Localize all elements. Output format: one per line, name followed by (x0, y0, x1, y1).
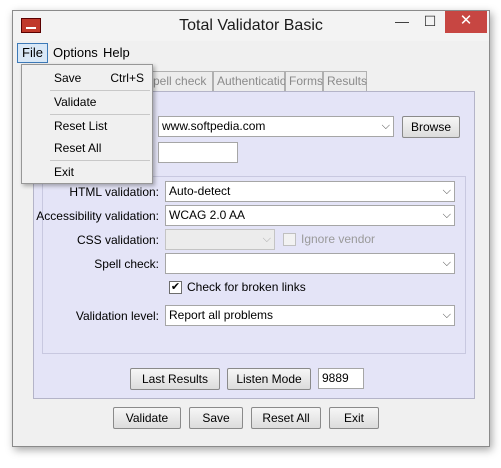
maximize-button[interactable]: ☐ (415, 11, 445, 33)
css-validation-select[interactable]: ⌵ (165, 229, 275, 250)
browse-button[interactable]: Browse (402, 116, 460, 138)
exit-button[interactable]: Exit (329, 407, 379, 429)
accessibility-validation-select[interactable]: WCAG 2.0 AA ⌵ (165, 205, 455, 226)
chevron-down-icon: ⌵ (442, 185, 451, 197)
menu-item-save-accel: Ctrl+S (110, 71, 144, 85)
html-validation-select[interactable]: Auto-detect ⌵ (165, 181, 455, 202)
menu-file[interactable]: File (17, 43, 48, 63)
bottom-button-bar: Validate Save Reset All Exit (13, 403, 489, 447)
spell-check-select[interactable]: ⌵ (165, 253, 455, 274)
tab-spell-check[interactable]: pell check (149, 71, 213, 91)
broken-links-label: Check for broken links (187, 280, 306, 294)
port-field[interactable]: 9889 (318, 368, 364, 389)
ignore-vendor-checkbox[interactable] (283, 233, 296, 246)
validation-level-value: Report all problems (169, 308, 274, 322)
chevron-down-icon: ⌵ (442, 309, 451, 321)
tab-authentication[interactable]: Authentication (213, 71, 293, 91)
menu-item-reset-all[interactable]: Reset All (22, 137, 152, 159)
html-validation-value: Auto-detect (169, 184, 231, 198)
validation-level-label: Validation level: (75, 309, 159, 323)
listen-mode-button[interactable]: Listen Mode (227, 368, 311, 390)
url-list-field[interactable] (158, 142, 238, 163)
css-validation-label: CSS validation: (76, 233, 159, 247)
menu-options[interactable]: Options (49, 43, 102, 63)
ignore-vendor-label: Ignore vendor (301, 232, 376, 246)
accessibility-validation-label: Accessibility validation: (36, 209, 159, 223)
close-button[interactable]: ✕ (445, 11, 487, 33)
menu-help[interactable]: Help (99, 43, 134, 63)
save-button[interactable]: Save (189, 407, 243, 429)
url-combo[interactable]: www.softpedia.com ⌵ (158, 116, 394, 137)
chevron-down-icon: ⌵ (442, 209, 451, 221)
options-frame: HTML validation: Auto-detect ⌵ Accessibi… (36, 176, 466, 354)
chevron-down-icon: ⌵ (442, 257, 451, 269)
menu-item-save-label: Save (54, 71, 82, 85)
file-menu-dropdown: Save Ctrl+S Validate Reset List Reset Al… (21, 64, 153, 184)
menu-item-exit[interactable]: Exit (22, 161, 152, 183)
menu-item-validate[interactable]: Validate (22, 91, 152, 113)
reset-all-button[interactable]: Reset All (251, 407, 321, 429)
validation-level-select[interactable]: Report all problems ⌵ (165, 305, 455, 326)
chevron-down-icon: ⌵ (381, 120, 390, 132)
tab-results[interactable]: Results (323, 71, 367, 91)
chevron-down-icon: ⌵ (262, 233, 271, 245)
menu-bar: File Options Help (17, 43, 485, 63)
html-validation-label: HTML validation: (69, 185, 159, 199)
last-results-button[interactable]: Last Results (130, 368, 220, 390)
minimize-button[interactable]: — (387, 11, 417, 33)
title-bar[interactable]: Total Validator Basic — ☐ ✕ (13, 11, 489, 41)
spell-check-label: Spell check: (94, 257, 159, 271)
menu-item-save[interactable]: Save Ctrl+S (22, 67, 152, 89)
url-value: www.softpedia.com (162, 119, 266, 133)
menu-item-reset-list[interactable]: Reset List (22, 115, 152, 137)
broken-links-checkbox[interactable]: ✔ (169, 281, 182, 294)
tab-forms[interactable]: Forms (285, 71, 323, 91)
accessibility-validation-value: WCAG 2.0 AA (169, 208, 246, 222)
validate-button[interactable]: Validate (113, 407, 181, 429)
